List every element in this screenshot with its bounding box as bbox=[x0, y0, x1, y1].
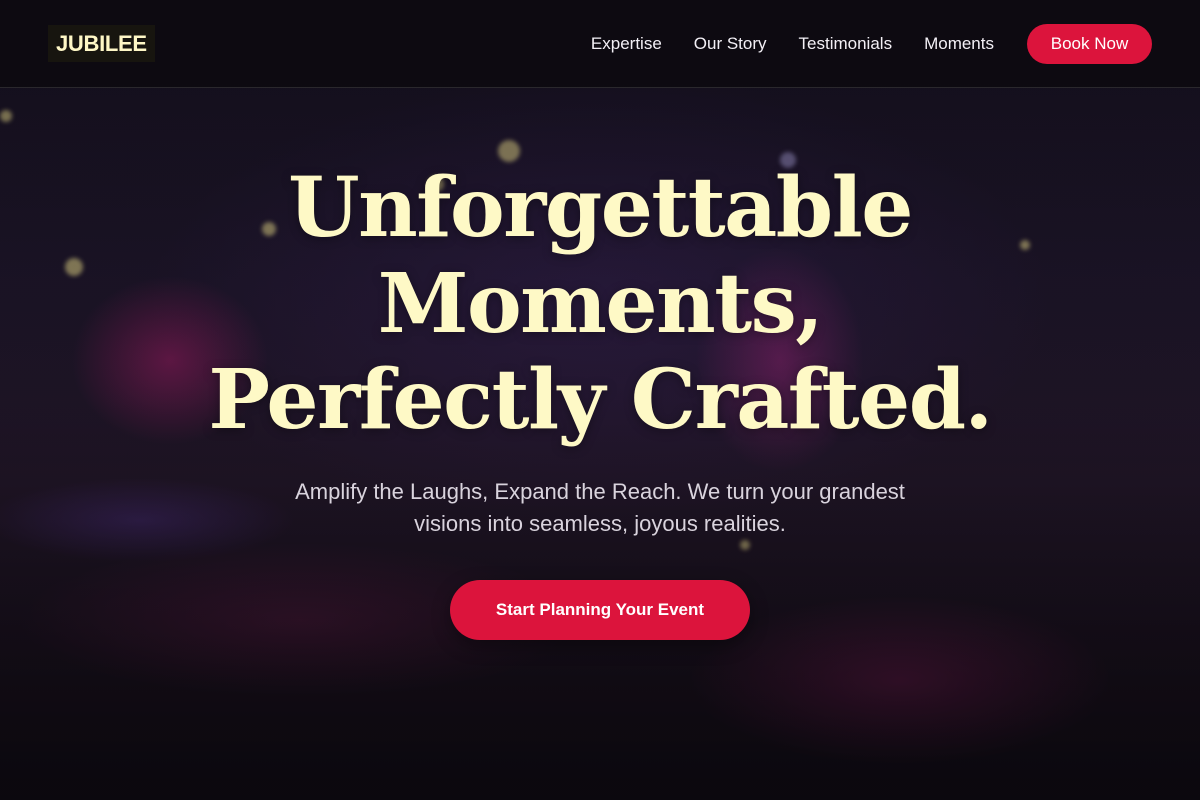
landing-page: JUBILEE Expertise Our Story Testimonials… bbox=[0, 0, 1200, 800]
book-now-button[interactable]: Book Now bbox=[1027, 24, 1152, 64]
brand-logo[interactable]: JUBILEE bbox=[48, 25, 155, 62]
hero-section: Unforgettable Moments, Perfectly Crafted… bbox=[0, 160, 1200, 640]
nav-link-testimonials[interactable]: Testimonials bbox=[799, 34, 893, 54]
navbar: JUBILEE Expertise Our Story Testimonials… bbox=[0, 0, 1200, 88]
hero-title-line-3: Perfectly Crafted. bbox=[208, 352, 993, 448]
nav-link-moments[interactable]: Moments bbox=[924, 34, 994, 54]
hero-title-line-2: Moments, bbox=[377, 256, 824, 352]
hero-title-line-1: Unforgettable bbox=[288, 160, 913, 256]
hero-title: Unforgettable Moments, Perfectly Crafted… bbox=[100, 160, 1100, 448]
nav-link-our-story[interactable]: Our Story bbox=[694, 34, 767, 54]
start-planning-button[interactable]: Start Planning Your Event bbox=[450, 580, 750, 640]
nav-links: Expertise Our Story Testimonials Moments bbox=[591, 0, 994, 88]
nav-link-expertise[interactable]: Expertise bbox=[591, 34, 662, 54]
hero-subtitle: Amplify the Laughs, Expand the Reach. We… bbox=[295, 479, 905, 536]
